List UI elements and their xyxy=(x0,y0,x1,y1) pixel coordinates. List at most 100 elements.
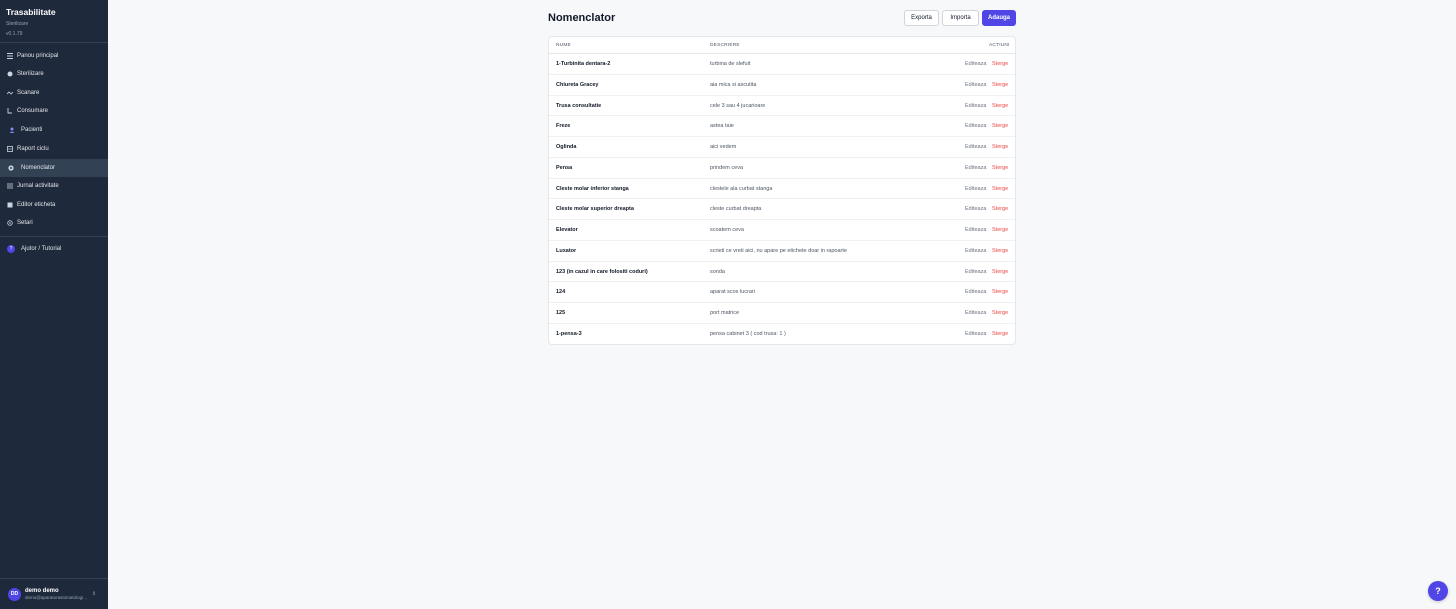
sidebar-item-editor-eticheta[interactable]: Editor eticheta xyxy=(0,196,108,214)
row-description: aparat scos lucrari xyxy=(710,289,755,296)
gear-icon xyxy=(8,165,14,171)
edit-button[interactable]: Editeaza xyxy=(965,227,986,233)
sidebar-item-label: Ajutor / Tutorial xyxy=(21,246,62,252)
delete-button[interactable]: Sterge xyxy=(992,310,1008,316)
app-subtitle: Sterilizare xyxy=(6,21,29,27)
user-icon xyxy=(9,127,15,133)
sidebar-item-scanare[interactable]: Scanare xyxy=(0,84,108,102)
row-description: pensa cabinet 3 ( cod trusa: 1 ) xyxy=(710,330,786,337)
label-icon xyxy=(7,202,13,208)
table-row: 123 (in cazul in care folositi coduri) so… xyxy=(549,262,1015,283)
row-description: scrieti ce vreti aici, nu apare pe etich… xyxy=(710,247,847,254)
sidebar: Trasabilitate Sterilizare v0.1.79 Panou … xyxy=(0,0,108,609)
sidebar-item-pacienti[interactable]: Pacienti xyxy=(0,121,108,139)
nomenclator-table: NUME DESCRIERE ACTIUNI 1-Turbinita denta… xyxy=(548,36,1016,345)
edit-button[interactable]: Editeaza xyxy=(965,248,986,254)
consume-icon xyxy=(7,108,13,114)
edit-button[interactable]: Editeaza xyxy=(965,310,986,316)
table-row: Cleste molar superior dreapta cleste curb… xyxy=(549,199,1015,220)
delete-button[interactable]: Sterge xyxy=(992,61,1008,67)
sidebar-item-label: Nomenclator xyxy=(21,165,56,171)
row-name: Elevator xyxy=(556,227,578,233)
user-name: demo demo xyxy=(25,588,59,594)
sidebar-item-sterilizare[interactable]: Sterilizare xyxy=(0,65,108,83)
row-name: Chiureta Gracey xyxy=(556,81,599,88)
edit-button[interactable]: Editeaza xyxy=(965,82,986,88)
sidebar-item-setari[interactable]: Setari xyxy=(0,214,108,232)
delete-button[interactable]: Sterge xyxy=(992,186,1008,192)
delete-button[interactable]: Sterge xyxy=(992,82,1008,88)
help-fab-button[interactable]: ? xyxy=(1428,581,1448,601)
delete-button[interactable]: Sterge xyxy=(992,331,1008,337)
sidebar-item-consumare[interactable]: Consumare xyxy=(0,102,108,120)
row-name: 1-pensa-3 xyxy=(556,330,582,337)
delete-button[interactable]: Sterge xyxy=(992,144,1008,150)
table-row: Freze astea taie Editeaza Sterge xyxy=(549,116,1015,137)
column-header-description: DESCRIERE xyxy=(710,43,740,48)
row-description: turbina de slefuit xyxy=(710,61,751,67)
import-button[interactable]: Importa xyxy=(942,10,979,26)
row-description: aia mica si ascutita xyxy=(710,81,757,88)
table-body: 1-Turbinita dentara-2 turbina de slefuit E… xyxy=(549,54,1015,344)
edit-button[interactable]: Editeaza xyxy=(965,61,986,67)
export-button[interactable]: Exporta xyxy=(904,10,939,26)
table-row: 1-pensa-3 pensa cabinet 3 ( cod trusa: 1 … xyxy=(549,324,1015,344)
row-description: cleste curbat dreapta xyxy=(710,206,762,213)
table-row: Elevator scoatem ceva Editeaza Sterge xyxy=(549,220,1015,241)
delete-button[interactable]: Sterge xyxy=(992,289,1008,295)
row-name: 1-Turbinita dentara-2 xyxy=(556,61,611,67)
row-description: clestele ala curbat stanga xyxy=(710,185,773,192)
sidebar-item-help[interactable]: ? Ajutor / Tutorial xyxy=(0,240,108,258)
table-row: Oglinda aici vedem Editeaza Sterge xyxy=(549,137,1015,158)
table-header: NUME DESCRIERE ACTIUNI xyxy=(549,37,1015,54)
sidebar-item-jurnal-activitate[interactable]: Jurnal activitate xyxy=(0,177,108,195)
delete-button[interactable]: Sterge xyxy=(992,123,1008,129)
edit-button[interactable]: Editeaza xyxy=(965,165,986,171)
sidebar-item-label: Editor eticheta xyxy=(17,202,56,208)
question-icon: ? xyxy=(7,245,15,253)
sidebar-item-nomenclator[interactable]: Nomenclator xyxy=(0,159,108,177)
edit-button[interactable]: Editeaza xyxy=(965,331,986,337)
delete-button[interactable]: Sterge xyxy=(992,206,1008,212)
edit-button[interactable]: Editeaza xyxy=(965,289,986,295)
row-name: 123 (in cazul in care folositi coduri) xyxy=(556,268,648,275)
edit-button[interactable]: Editeaza xyxy=(965,206,986,212)
delete-button[interactable]: Sterge xyxy=(992,103,1008,109)
row-name: Cleste molar inferior stanga xyxy=(556,185,629,192)
table-row: Luxator scrieti ce vreti aici, nu apare p… xyxy=(549,241,1015,262)
table-row: Chiureta Gracey aia mica si ascutita Edite… xyxy=(549,75,1015,96)
sidebar-item-label: Pacienti xyxy=(21,127,43,133)
edit-button[interactable]: Editeaza xyxy=(965,103,986,109)
scan-icon xyxy=(7,90,13,96)
list-icon xyxy=(7,183,13,189)
table-row: Trusa consultatie cele 3 sau 4 jucarioare… xyxy=(549,96,1015,117)
column-header-actions: ACTIUNI xyxy=(989,43,1010,48)
sidebar-item-raport-ciclu[interactable]: Raport ciclu xyxy=(0,140,108,158)
row-name: Trusa consultatie xyxy=(556,102,602,109)
sidebar-item-label: Sterilizare xyxy=(17,71,44,77)
row-description: sonda xyxy=(710,268,725,275)
user-menu[interactable]: DD demo demo demo@aparaturastomatologica… xyxy=(0,578,108,609)
sidebar-item-label: Scanare xyxy=(17,90,40,96)
edit-button[interactable]: Editeaza xyxy=(965,186,986,192)
edit-button[interactable]: Editeaza xyxy=(965,123,986,129)
edit-button[interactable]: Editeaza xyxy=(965,269,986,275)
row-name: Cleste molar superior dreapta xyxy=(556,206,634,213)
user-email: demo@aparaturastomatologica.ro xyxy=(25,595,89,600)
add-button[interactable]: Adauga xyxy=(982,10,1016,26)
delete-button[interactable]: Sterge xyxy=(992,248,1008,254)
sidebar-item-label: Raport ciclu xyxy=(17,146,49,152)
sidebar-item-panou-principal[interactable]: Panou principal xyxy=(0,47,108,65)
row-description: port matrice xyxy=(710,310,740,316)
delete-button[interactable]: Sterge xyxy=(992,165,1008,171)
row-description: prindem ceva xyxy=(710,164,744,171)
page-title: Nomenclator xyxy=(548,12,616,24)
sidebar-item-label: Panou principal xyxy=(17,53,59,59)
table-row: 1-Turbinita dentara-2 turbina de slefuit E… xyxy=(549,54,1015,75)
delete-button[interactable]: Sterge xyxy=(992,227,1008,233)
table-row: Pensa prindem ceva Editeaza Sterge xyxy=(549,158,1015,179)
edit-button[interactable]: Editeaza xyxy=(965,144,986,150)
delete-button[interactable]: Sterge xyxy=(992,269,1008,275)
settings-icon xyxy=(7,220,13,226)
row-name: Pensa xyxy=(556,164,573,171)
